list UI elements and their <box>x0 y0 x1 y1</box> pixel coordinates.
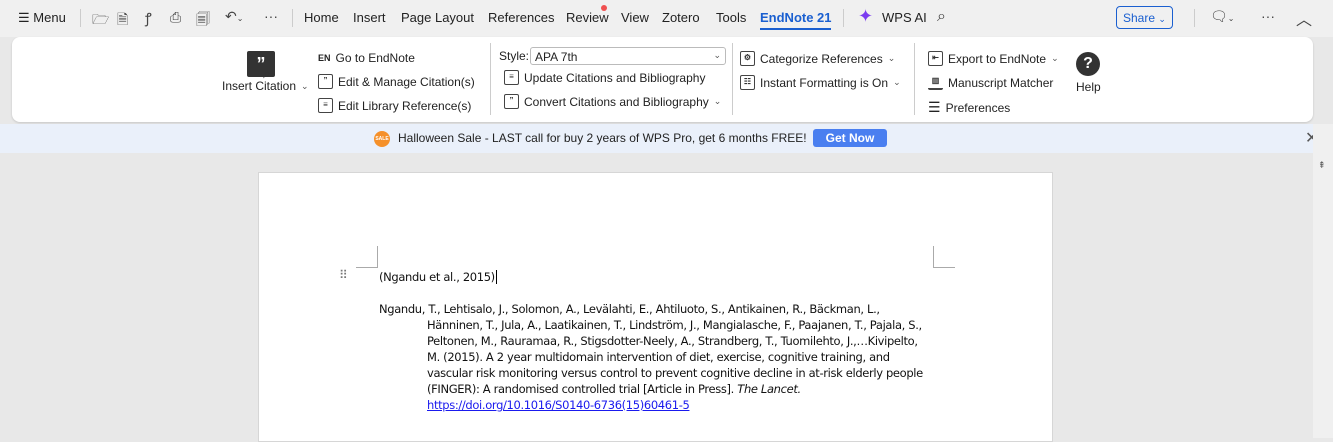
menu-button[interactable]: ☰ Menu <box>18 10 66 26</box>
tab-view[interactable]: View <box>621 10 649 25</box>
divider <box>80 9 81 27</box>
library-settings-icon: ≡ <box>318 98 333 113</box>
convert-icon: ” <box>504 94 519 109</box>
reference-line: Hänninen, T., Jula, A., Laatikainen, T.,… <box>427 318 922 332</box>
top-toolbar: ☰ Menu 🗁 🗎 ꝭ ⎙ 🗐 ↶⌄ ··· Home Insert Page… <box>0 0 1333 37</box>
drag-handle-icon[interactable]: ⠿ <box>339 268 348 282</box>
tab-insert[interactable]: Insert <box>353 10 386 25</box>
edit-manage-citations-button[interactable]: ” Edit & Manage Citation(s) <box>318 74 475 89</box>
search-icon[interactable]: ⌕ <box>937 8 946 26</box>
matcher-icon: ▥ <box>928 75 943 90</box>
undo-icon[interactable]: ↶⌄ <box>225 8 243 25</box>
citation[interactable]: (Ngandu et al., 2015) <box>379 270 497 284</box>
chevron-down-icon: ⌄ <box>893 77 901 87</box>
chevron-down-icon: ⌄ <box>1158 14 1166 24</box>
document-page[interactable]: ⠿ (Ngandu et al., 2015) Ngandu, T., Leht… <box>258 172 1053 442</box>
sale-badge-icon: SALE <box>374 131 390 147</box>
print-preview-icon[interactable]: 🗐 <box>196 9 210 33</box>
sliders-icon: ☰ <box>928 99 941 115</box>
collapse-ribbon-icon[interactable]: ︿ <box>1296 6 1312 30</box>
chevron-down-icon: ⌄ <box>1051 53 1059 63</box>
help-icon[interactable]: ? <box>1076 52 1100 76</box>
update-icon: ≡ <box>504 70 519 85</box>
get-now-button[interactable]: Get Now <box>813 129 887 147</box>
tab-references[interactable]: References <box>488 10 554 25</box>
style-dropdown[interactable]: APA 7th ⌄ <box>530 47 726 65</box>
update-citations-button[interactable]: ≡ Update Citations and Bibliography <box>504 70 705 85</box>
insert-citation-button[interactable]: Insert Citation ⌄ <box>222 79 309 93</box>
tab-review[interactable]: Review <box>566 10 609 25</box>
doi-link[interactable]: https://doi.org/10.1016/S0140-6736(15)60… <box>427 398 690 412</box>
style-label: Style: <box>499 49 530 63</box>
reference-line: M. (2015). A 2 year multidomain interven… <box>427 350 890 364</box>
list-icon: ☷ <box>740 75 755 90</box>
more-options-icon[interactable]: ··· <box>1261 8 1275 24</box>
preferences-button[interactable]: ☰ Preferences <box>928 99 1010 116</box>
wps-ai-icon[interactable]: ✦ <box>858 6 873 27</box>
tab-page-layout[interactable]: Page Layout <box>401 10 474 25</box>
margin-marker <box>933 246 955 268</box>
endnote-ribbon: ” ⌕ Insert Citation ⌄ EN Go to EndNote ” Ed… <box>12 37 1313 122</box>
divider <box>1194 9 1195 27</box>
share-button[interactable]: Share ⌄ <box>1116 6 1173 29</box>
chevron-down-icon: ⌄ <box>301 80 309 91</box>
reference-line: vascular risk monitoring versus control … <box>427 366 923 380</box>
active-tab-indicator <box>760 28 831 30</box>
chevron-down-icon: ⌄ <box>887 53 896 63</box>
vertical-scrollbar[interactable]: ⇞ <box>1313 124 1333 438</box>
divider <box>914 43 915 115</box>
format-painter-icon[interactable]: ꝭ <box>145 9 152 28</box>
text-cursor <box>495 270 497 284</box>
tab-tools[interactable]: Tools <box>716 10 746 25</box>
journal-name: The Lancet. <box>737 382 801 396</box>
divider <box>843 9 844 27</box>
margin-marker <box>356 246 378 268</box>
reference-line: Peltonen, M., Rauramaa, R., Stigsdotter-… <box>427 334 918 348</box>
go-to-endnote-button[interactable]: EN Go to EndNote <box>318 51 415 65</box>
print-icon[interactable]: ⎙ <box>170 9 181 26</box>
manuscript-matcher-button[interactable]: ▥ Manuscript Matcher <box>928 75 1053 90</box>
edit-citation-icon: ” <box>318 74 333 89</box>
export-to-endnote-button[interactable]: ⇤ Export to EndNote ⌄ <box>928 51 1059 66</box>
help-button[interactable]: Help <box>1076 80 1101 94</box>
chevron-down-icon: ⌄ <box>713 50 721 60</box>
tab-zotero[interactable]: Zotero <box>662 10 700 25</box>
scroll-up-icon[interactable]: ⇞ <box>1318 160 1326 171</box>
comment-icon[interactable]: 🗨⌄ <box>1210 8 1234 25</box>
more-icon[interactable]: ··· <box>264 8 278 24</box>
notification-dot <box>601 5 607 11</box>
wps-ai-button[interactable]: WPS AI <box>882 10 927 25</box>
tab-home[interactable]: Home <box>304 10 339 25</box>
export-icon: ⇤ <box>928 51 943 66</box>
save-icon[interactable]: 🗎 <box>117 9 128 33</box>
tab-endnote[interactable]: EndNote 21 <box>760 10 832 25</box>
promo-banner: SALE Halloween Sale - LAST call for buy … <box>0 124 1318 153</box>
categorize-icon: ⚙ <box>740 51 755 66</box>
categorize-references-button[interactable]: ⚙ Categorize References ⌄ <box>740 51 895 66</box>
reference-line: (FINGER): A randomised controlled trial … <box>427 382 801 396</box>
edit-library-reference-button[interactable]: ≡ Edit Library Reference(s) <box>318 98 471 113</box>
banner-text: Halloween Sale - LAST call for buy 2 yea… <box>398 131 807 145</box>
instant-formatting-button[interactable]: ☷ Instant Formatting is On ⌄ <box>740 75 901 90</box>
divider <box>732 43 733 115</box>
divider <box>490 43 491 115</box>
menu-icon: ☰ <box>18 10 30 25</box>
chevron-down-icon: ⌄ <box>713 96 722 106</box>
divider <box>292 9 293 27</box>
open-folder-icon[interactable]: 🗁 <box>92 9 109 33</box>
convert-citations-button[interactable]: ” Convert Citations and Bibliography ⌄ <box>504 94 721 109</box>
reference-line: Ngandu, T., Lehtisalo, J., Solomon, A., … <box>379 302 880 316</box>
endnote-logo-icon: EN <box>318 53 331 63</box>
